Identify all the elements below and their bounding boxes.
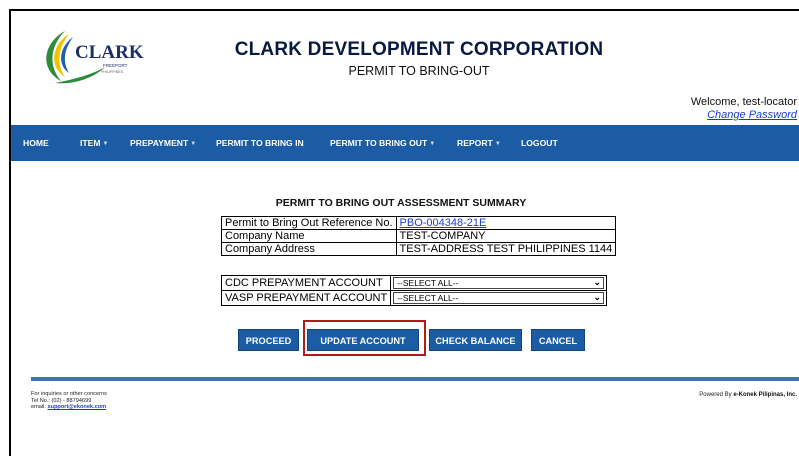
vasp-prepayment-select[interactable]: --SELECT ALL-- ⌄ [393,292,604,304]
nav-logout[interactable]: LOGOUT [521,125,558,161]
chevron-down-icon: ⌄ [593,277,601,287]
nav-home[interactable]: HOME [23,125,49,161]
chevron-down-icon: ▼ [494,141,501,147]
footer-divider [31,377,799,381]
assessment-info-table: Permit to Bring Out Reference No. PBO-00… [221,216,617,256]
table-row: CDC PREPAYMENT ACCOUNT --SELECT ALL-- ⌄ [220,275,607,291]
page-title: CLARK DEVELOPMENT CORPORATION [234,39,604,60]
table-row: Company Name TEST-COMPANY [221,229,617,243]
row-value: TEST-COMPANY [395,229,617,243]
nav-prepayment[interactable]: PREPAYMENT ▼ [130,125,196,161]
proceed-button[interactable]: PROCEED [238,329,299,351]
highlight-box [303,320,426,356]
page-frame: CLARK FREEPORT PHILIPPINES CLARK DEVELOP… [9,9,799,456]
cdc-prepayment-select[interactable]: --SELECT ALL-- ⌄ [393,277,604,289]
chevron-down-icon: ▼ [429,141,436,147]
page-subtitle: PERMIT TO BRING-OUT [348,64,490,78]
account-label: CDC PREPAYMENT ACCOUNT [220,275,392,291]
prepayment-accounts-table: CDC PREPAYMENT ACCOUNT --SELECT ALL-- ⌄ … [220,275,607,306]
footer-contact: For inquiries or other concerns Tel No.:… [31,391,107,410]
reference-no-link[interactable]: PBO-004348-21E [395,216,617,230]
row-label: Company Address [221,242,397,256]
svg-text:PHILIPPINES: PHILIPPINES [101,70,124,74]
main-navbar: HOME ITEM ▼ PREPAYMENT ▼ PERMIT TO BRING I… [11,125,799,161]
table-row: Company Address TEST-ADDRESS TEST PHILIP… [221,242,617,256]
row-label: Company Name [221,229,397,243]
chevron-down-icon: ⌄ [593,292,601,302]
nav-permit-to-bring-in[interactable]: PERMIT TO BRING IN [216,125,304,161]
footer-powered-by: Powered By e-Konek Pilipinas, Inc. [699,392,797,398]
nav-item[interactable]: ITEM ▼ [80,125,108,161]
row-value: TEST-ADDRESS TEST PHILIPPINES 1144 [395,242,617,256]
table-row: VASP PREPAYMENT ACCOUNT --SELECT ALL-- ⌄ [220,290,607,306]
welcome-text: Welcome, test-locator [690,96,797,108]
chevron-down-icon: ▼ [102,141,109,147]
chevron-down-icon: ▼ [190,141,197,147]
table-row: Permit to Bring Out Reference No. PBO-00… [221,216,617,230]
account-label: VASP PREPAYMENT ACCOUNT [220,290,392,306]
summary-title: PERMIT TO BRING OUT ASSESSMENT SUMMARY [275,197,527,209]
check-balance-button[interactable]: CHECK BALANCE [429,329,522,351]
change-password-link[interactable]: Change Password [707,109,797,121]
clark-logo: CLARK FREEPORT PHILIPPINES [35,25,155,87]
svg-text:FREEPORT: FREEPORT [103,63,128,68]
row-label: Permit to Bring Out Reference No. [221,216,397,230]
logo-text: CLARK [75,42,144,63]
nav-report[interactable]: REPORT ▼ [457,125,501,161]
support-email-link[interactable]: support@ekonek.com [47,404,106,410]
cancel-button[interactable]: CANCEL [531,329,585,351]
nav-permit-to-bring-out[interactable]: PERMIT TO BRING OUT ▼ [330,125,435,161]
